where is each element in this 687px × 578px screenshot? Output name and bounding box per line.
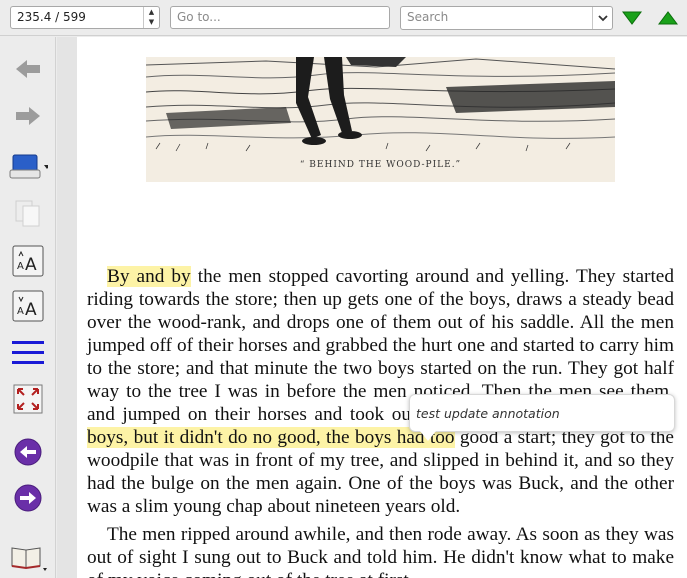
- find-previous-button[interactable]: [657, 9, 679, 27]
- next-page-icon: [14, 484, 42, 512]
- font-larger-button[interactable]: A A: [8, 243, 48, 279]
- illustration: “ BEHIND THE WOOD-PILE.”: [146, 57, 615, 182]
- fullscreen-icon: [13, 384, 43, 414]
- fullscreen-button[interactable]: [8, 381, 48, 417]
- page-position-value[interactable]: 235.4 / 599: [17, 10, 86, 24]
- svg-text:A: A: [17, 306, 24, 317]
- illustration-caption: “ BEHIND THE WOOD-PILE.”: [299, 160, 462, 170]
- tooltip-pointer: [420, 431, 436, 441]
- next-page-button[interactable]: [8, 480, 48, 516]
- font-smaller-button[interactable]: A A: [8, 288, 48, 324]
- forward-arrow-icon: [16, 107, 40, 125]
- goto-input[interactable]: [177, 10, 367, 24]
- page-position-spinbox[interactable]: 235.4 / 599 ▲ ▼: [10, 6, 160, 29]
- view-mode-button[interactable]: [8, 150, 48, 186]
- triangle-up-green-icon: [658, 11, 678, 25]
- svg-text:A: A: [25, 300, 37, 320]
- chevron-down-icon: [597, 14, 608, 21]
- copy-icon: [15, 200, 40, 227]
- toc-lines-icon: [12, 341, 44, 364]
- find-next-button[interactable]: [621, 9, 643, 27]
- goto-field[interactable]: [170, 6, 390, 29]
- spin-down-icon[interactable]: ▼: [144, 17, 159, 27]
- woodpile-illustration-image: [146, 57, 615, 152]
- triangle-down-green-icon: [622, 11, 642, 25]
- spin-arrows[interactable]: ▲ ▼: [143, 7, 159, 28]
- spin-up-icon[interactable]: ▲: [144, 7, 159, 17]
- left-toolbar: A A A A: [0, 37, 56, 578]
- back-arrow-icon: [16, 60, 40, 78]
- annotation-tooltip: test update annotation: [409, 394, 675, 441]
- paragraph: By and by the men stopped cavorting arou…: [87, 265, 674, 518]
- svg-text:A: A: [17, 261, 24, 272]
- highlight-annotation[interactable]: By and by: [107, 266, 191, 287]
- document-view[interactable]: “ BEHIND THE WOOD-PILE.” By and by the m…: [57, 37, 687, 578]
- paragraph: The men ripped around awhile, and then r…: [87, 524, 674, 578]
- back-button[interactable]: [8, 51, 48, 87]
- book-page: “ BEHIND THE WOOD-PILE.” By and by the m…: [77, 37, 687, 578]
- font-smaller-icon: A A: [12, 290, 44, 322]
- table-of-contents-button[interactable]: [8, 335, 48, 371]
- top-toolbar: 235.4 / 599 ▲ ▼: [0, 0, 687, 36]
- library-book-icon: [11, 547, 47, 571]
- search-dropdown-button[interactable]: [592, 7, 612, 29]
- annotation-tooltip-text: test update annotation: [416, 406, 560, 421]
- search-box[interactable]: [400, 6, 613, 30]
- search-input[interactable]: [407, 10, 597, 24]
- font-larger-icon: A A: [12, 245, 44, 277]
- svg-text:A: A: [25, 255, 37, 275]
- view-mode-icon: [9, 154, 48, 179]
- copy-button[interactable]: [8, 195, 48, 231]
- forward-button[interactable]: [8, 98, 48, 134]
- library-button[interactable]: [8, 537, 48, 573]
- previous-page-icon: [14, 438, 42, 466]
- previous-page-button[interactable]: [8, 434, 48, 470]
